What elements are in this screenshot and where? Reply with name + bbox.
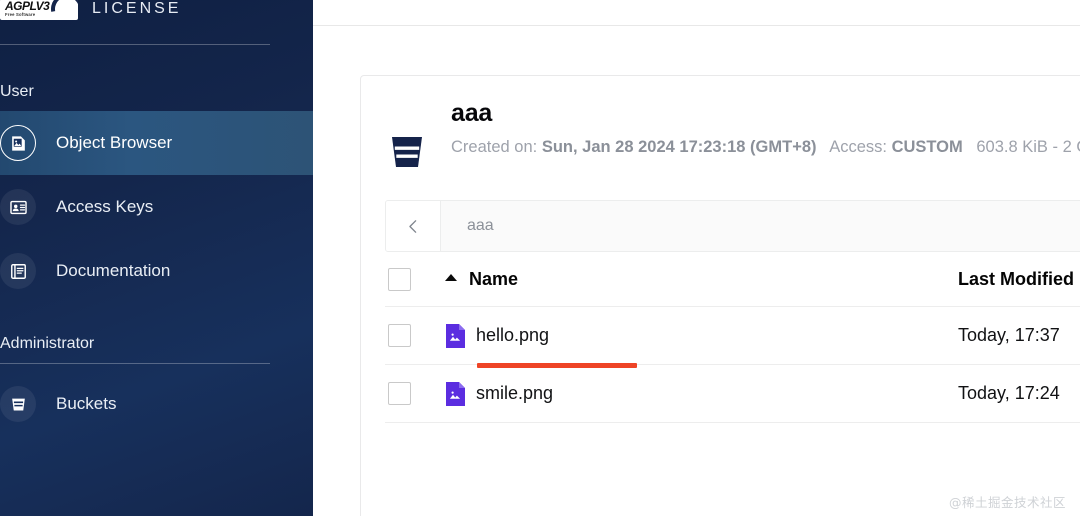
- select-all-cell: [385, 268, 445, 291]
- created-on-label: Created on:: [451, 138, 537, 156]
- row-name-cell[interactable]: smile.png: [445, 382, 940, 406]
- column-header-last-modified[interactable]: Last Modified: [940, 269, 1080, 290]
- file-name[interactable]: smile.png: [476, 383, 553, 404]
- sidebar-divider-admin: [0, 363, 270, 364]
- sidebar-section-administrator: Administrator: [0, 335, 313, 357]
- table-row[interactable]: hello.png Today, 17:37: [385, 307, 1080, 365]
- access-value: CUSTOM: [892, 138, 963, 156]
- sidebar-logo[interactable]: AGPLV3 Free Software LICENSE: [0, 0, 313, 22]
- object-browser-icon: [0, 125, 36, 161]
- file-last-modified: Today, 17:37: [940, 325, 1080, 346]
- bucket-name: aaa: [451, 98, 1080, 128]
- buckets-icon: [0, 386, 36, 422]
- column-header-label-name: Name: [469, 269, 518, 290]
- breadcrumb: aaa: [385, 200, 1080, 252]
- sidebar-item-label-documentation: Documentation: [56, 261, 170, 281]
- bucket-header: aaa Created on: Sun, Jan 28 2024 17:23:1…: [361, 76, 1080, 190]
- bucket-object-count: 2 Objects: [1063, 138, 1080, 156]
- documentation-icon: [0, 253, 36, 289]
- license-text: LICENSE: [92, 0, 181, 18]
- sidebar-item-label-access-keys: Access Keys: [56, 197, 153, 217]
- image-file-icon: [445, 382, 466, 406]
- row-select-cell: [385, 382, 445, 405]
- sidebar-scroll-content: AGPLV3 Free Software LICENSE User Object…: [0, 0, 313, 436]
- sidebar-item-label-buckets: Buckets: [56, 394, 116, 414]
- sort-ascending-icon[interactable]: [445, 274, 457, 281]
- sidebar-item-label-object-browser: Object Browser: [56, 133, 172, 153]
- breadcrumb-path[interactable]: aaa: [441, 201, 1080, 251]
- bucket-dash: -: [1053, 138, 1059, 156]
- image-file-icon: [445, 324, 466, 348]
- sidebar-item-documentation[interactable]: Documentation: [0, 239, 313, 303]
- main-content: aaa Created on: Sun, Jan 28 2024 17:23:1…: [313, 0, 1080, 516]
- access-keys-icon: [0, 189, 36, 225]
- select-all-checkbox[interactable]: [388, 268, 411, 291]
- row-select-cell: [385, 324, 445, 347]
- objects-table: Name Last Modified: [385, 252, 1080, 423]
- sidebar-item-object-browser[interactable]: Object Browser: [0, 111, 313, 175]
- topbar-divider: [313, 25, 1080, 26]
- breadcrumb-back-button[interactable]: [386, 201, 441, 251]
- sidebar-divider-top: [0, 44, 270, 45]
- table-header-row: Name Last Modified: [385, 252, 1080, 307]
- sidebar-item-buckets[interactable]: Buckets: [0, 372, 313, 436]
- bucket-details: Created on: Sun, Jan 28 2024 17:23:18 (G…: [451, 132, 1080, 163]
- table-row[interactable]: smile.png Today, 17:24: [385, 365, 1080, 423]
- sidebar: AGPLV3 Free Software LICENSE User Object…: [0, 0, 313, 516]
- app-root: AGPLV3 Free Software LICENSE User Object…: [0, 0, 1080, 516]
- created-on-value: Sun, Jan 28 2024 17:23:18 (GMT+8): [542, 138, 817, 156]
- agpl-license-badge-icon: AGPLV3 Free Software: [0, 0, 78, 20]
- column-header-name[interactable]: Name: [445, 269, 940, 290]
- file-name[interactable]: hello.png: [476, 325, 549, 346]
- bucket-icon: [385, 130, 429, 174]
- row-checkbox[interactable]: [388, 382, 411, 405]
- sidebar-section-user: User: [0, 83, 313, 105]
- row-name-cell[interactable]: hello.png: [445, 324, 940, 348]
- access-label: Access:: [829, 138, 887, 156]
- bucket-size: 603.8 KiB: [976, 138, 1048, 156]
- bucket-card: aaa Created on: Sun, Jan 28 2024 17:23:1…: [360, 75, 1080, 516]
- file-last-modified: Today, 17:24: [940, 383, 1080, 404]
- sidebar-item-access-keys[interactable]: Access Keys: [0, 175, 313, 239]
- watermark: @稀土掘金技术社区: [949, 492, 1066, 511]
- bucket-meta: aaa Created on: Sun, Jan 28 2024 17:23:1…: [451, 98, 1080, 163]
- chevron-left-icon: [405, 218, 422, 235]
- row-checkbox[interactable]: [388, 324, 411, 347]
